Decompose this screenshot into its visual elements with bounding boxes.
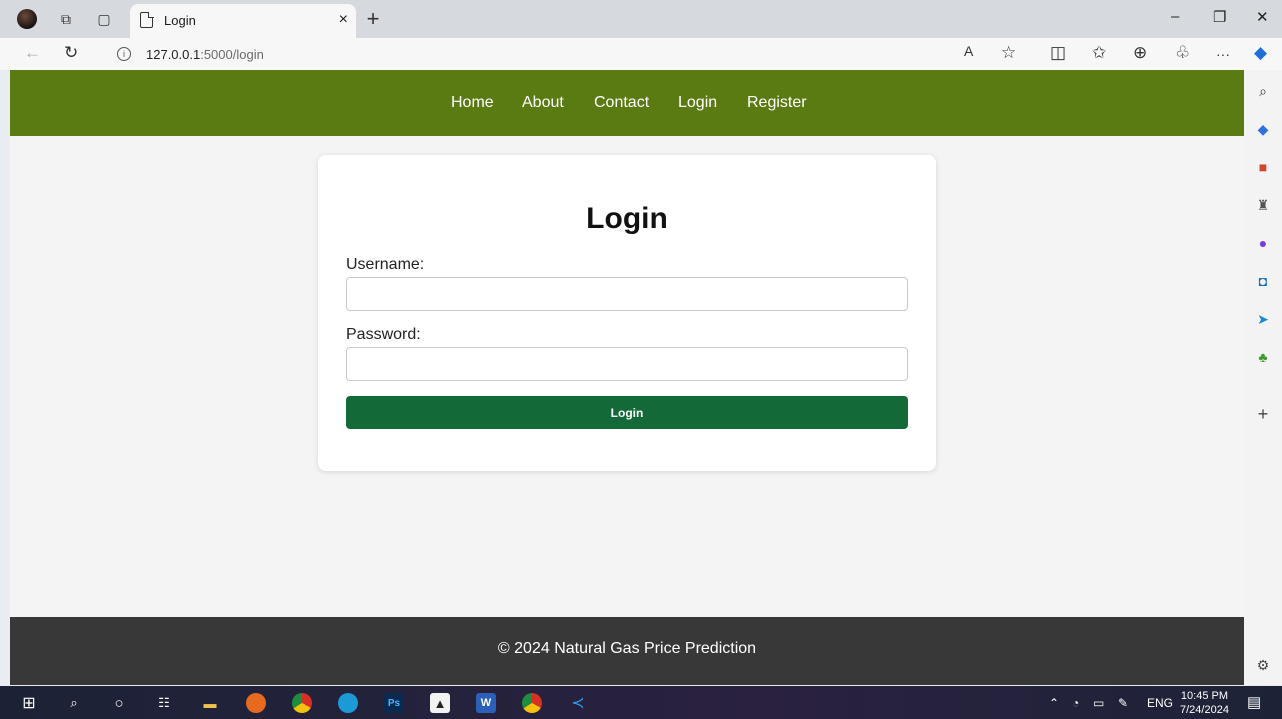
nav-home[interactable]: Home xyxy=(451,94,494,112)
taskbar-clock[interactable]: 10:45 PM 7/24/2024 xyxy=(1180,689,1229,717)
task-view-icon[interactable]: ☷ xyxy=(154,693,174,713)
extensions-icon[interactable]: ♧ xyxy=(1175,43,1190,63)
login-card: Login Username: Password: Login xyxy=(318,155,936,471)
site-navbar: Home About Contact Login Register xyxy=(10,70,1244,136)
nav-contact[interactable]: Contact xyxy=(594,94,649,112)
password-input[interactable] xyxy=(346,347,908,381)
address-bar-row: ← ↻ i 127.0.0.1:5000/login A ☆ ◫ ✩ ⊕ ♧ ·… xyxy=(0,38,1282,70)
windows-taskbar: ⊞ ⌕ ○ ☷ ▬ Ps ▲ W ≺ ⌃ ◔ ▭ ✎ ENG 10:45 PM … xyxy=(0,686,1282,719)
add-sidebar-app-icon[interactable]: + xyxy=(1254,404,1272,424)
page-viewport: Home About Contact Login Register Login … xyxy=(10,70,1244,685)
window-close-icon[interactable]: ✕ xyxy=(1256,8,1269,26)
chrome-profile-icon[interactable] xyxy=(522,693,542,713)
telegram-icon[interactable]: ➤ xyxy=(1254,310,1272,328)
battery-icon[interactable]: ▭ xyxy=(1093,696,1104,710)
password-label: Password: xyxy=(346,326,421,343)
firefox-icon[interactable] xyxy=(246,693,266,713)
cortana-icon[interactable]: ○ xyxy=(109,693,129,713)
collections-icon[interactable]: ⊕ xyxy=(1133,43,1147,63)
back-icon[interactable]: ← xyxy=(24,43,41,63)
file-explorer-icon[interactable]: ▬ xyxy=(200,693,220,713)
close-tab-icon[interactable]: × xyxy=(339,11,348,29)
favorite-star-icon[interactable]: ☆ xyxy=(1001,43,1016,63)
browser-tab-strip: ⧉ ▢ Login × + – ❐ ✕ xyxy=(0,0,1282,38)
refresh-icon[interactable]: ↻ xyxy=(64,43,78,63)
site-info-icon[interactable]: i xyxy=(117,47,131,61)
workspaces-icon[interactable]: ⧉ xyxy=(56,9,76,29)
photoshop-icon[interactable]: Ps xyxy=(384,693,404,713)
sidebar-settings-icon[interactable]: ⚙ xyxy=(1254,656,1272,674)
games-icon[interactable]: ♜ xyxy=(1254,196,1272,214)
wifi-icon[interactable]: ◔ xyxy=(1072,696,1079,710)
photos-icon[interactable]: ▲ xyxy=(430,693,450,713)
microsoft-365-icon[interactable]: ● xyxy=(1254,234,1272,252)
split-screen-icon[interactable]: ◫ xyxy=(1050,43,1066,63)
username-label: Username: xyxy=(346,256,425,273)
windows-start-icon[interactable]: ⊞ xyxy=(19,693,39,713)
more-icon[interactable]: ··· xyxy=(1216,46,1230,62)
search-icon[interactable]: ⌕ xyxy=(1254,82,1272,100)
tree-icon[interactable]: ♣ xyxy=(1254,348,1272,366)
browser-sidebar: ⌕ ◆ ■ ♜ ● ◘ ➤ ♣ + ⚙ xyxy=(1244,70,1282,685)
taskbar-search-icon[interactable]: ⌕ xyxy=(64,693,84,713)
site-footer: © 2024 Natural Gas Price Prediction xyxy=(10,617,1244,685)
tab-login[interactable]: Login × xyxy=(130,4,356,38)
page-icon xyxy=(140,11,154,28)
tab-title: Login xyxy=(164,13,196,28)
restore-icon[interactable]: ❐ xyxy=(1213,8,1226,26)
tab-actions-icon[interactable]: ▢ xyxy=(94,9,114,29)
login-button[interactable]: Login xyxy=(346,396,908,429)
outlook-icon[interactable]: ◘ xyxy=(1254,272,1272,290)
favorites-icon[interactable]: ✩ xyxy=(1092,43,1106,63)
page-title: Login xyxy=(586,202,668,235)
edge-icon[interactable] xyxy=(338,693,358,713)
username-input[interactable] xyxy=(346,277,908,311)
clock-time: 10:45 PM xyxy=(1180,690,1229,702)
url-text: 127.0.0.1:5000/login xyxy=(146,47,264,62)
clock-date: 7/24/2024 xyxy=(1180,704,1229,716)
minimize-icon[interactable]: – xyxy=(1171,8,1179,25)
copilot-icon[interactable]: ◆ xyxy=(1254,43,1267,63)
tray-chevron-icon[interactable]: ⌃ xyxy=(1049,696,1059,710)
language-indicator[interactable]: ENG xyxy=(1147,696,1173,710)
read-aloud-icon[interactable]: A xyxy=(964,43,973,59)
profile-avatar[interactable] xyxy=(17,9,37,29)
pen-icon[interactable]: ✎ xyxy=(1118,696,1128,710)
chrome-icon[interactable] xyxy=(292,693,312,713)
nav-about[interactable]: About xyxy=(522,94,564,112)
nav-login[interactable]: Login xyxy=(678,94,717,112)
nav-register[interactable]: Register xyxy=(747,94,807,112)
new-tab-icon[interactable]: + xyxy=(363,6,383,31)
url-bar[interactable]: i 127.0.0.1:5000/login xyxy=(100,40,1040,68)
tools-icon[interactable]: ■ xyxy=(1254,158,1272,176)
vscode-icon[interactable]: ≺ xyxy=(568,693,588,713)
shopping-tag-icon[interactable]: ◆ xyxy=(1254,120,1272,138)
word-icon[interactable]: W xyxy=(476,693,496,713)
notifications-icon[interactable]: ▤ xyxy=(1247,693,1261,711)
